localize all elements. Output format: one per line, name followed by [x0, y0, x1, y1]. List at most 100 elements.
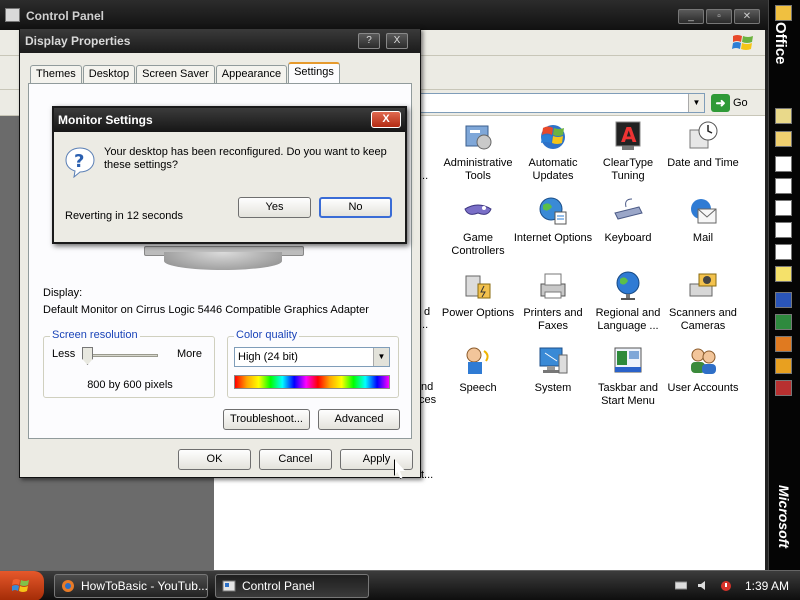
cp-item-label: Automatic Updates — [528, 157, 578, 182]
troubleshoot-button[interactable]: Troubleshoot... — [223, 409, 310, 430]
advanced-button[interactable]: Advanced — [318, 409, 400, 430]
monitor-settings-dialog: Monitor Settings X ? Your desktop has be… — [52, 106, 407, 244]
taskbar-item-control-panel[interactable]: Control Panel — [215, 574, 369, 598]
tab-settings[interactable]: Settings — [288, 62, 340, 84]
yes-button[interactable]: Yes — [238, 197, 311, 218]
control-panel-icon — [5, 8, 20, 22]
color-quality-group: Color quality High (24 bit) ▼ — [227, 329, 399, 398]
tab-desktop[interactable]: Desktop — [82, 65, 136, 84]
control-panel-icon — [222, 580, 236, 592]
tab-appearance[interactable]: Appearance — [215, 65, 288, 84]
more-label: More — [176, 348, 202, 360]
cp-item-regional-and-language[interactable]: Regional and Language ... — [588, 270, 668, 340]
tab-screen-saver[interactable]: Screen Saver — [136, 65, 215, 84]
power-icon — [465, 275, 491, 299]
monitor-preview-base — [164, 252, 282, 270]
cp-item-label: Speech — [459, 382, 497, 394]
go-button[interactable]: ➜ Go — [711, 94, 761, 113]
cp-item-label: Taskbar and Start Menu — [598, 382, 658, 407]
start-button[interactable] — [0, 571, 44, 600]
close-button[interactable]: X — [371, 111, 401, 128]
cp-item-mail[interactable]: Mail — [663, 195, 743, 265]
apply-button[interactable]: Apply — [340, 449, 413, 470]
cp-item-game-controllers[interactable]: Game Controllers — [438, 195, 518, 265]
globe-icon — [539, 197, 567, 225]
screen-resolution-group: Screen resolution Less More 800 by 600 p… — [43, 329, 215, 398]
powerpoint-icon[interactable] — [775, 336, 792, 352]
ok-button[interactable]: OK — [178, 449, 251, 470]
cp-item-user-accounts[interactable]: User Accounts — [663, 345, 743, 415]
cp-item-label: Scanners and Cameras — [669, 307, 737, 332]
cp-item-label: ClearType Tuning — [602, 157, 654, 182]
notes-icon[interactable] — [775, 266, 792, 282]
cancel-button[interactable]: Cancel — [259, 449, 332, 470]
cp-item-label: User Accounts — [667, 382, 739, 394]
cp-item-label: Printers and Faxes — [523, 307, 583, 332]
close-button[interactable]: X — [386, 33, 408, 49]
game-controller-icon — [464, 204, 492, 215]
window-controls: _ ▫ ✕ — [678, 9, 760, 24]
cp-item-power-options[interactable]: Power Options — [438, 270, 518, 340]
display-label: Display: — [43, 287, 83, 299]
no-button[interactable]: No — [319, 197, 392, 218]
word-icon[interactable] — [775, 292, 792, 308]
keyboard-tray-icon[interactable] — [675, 580, 687, 591]
taskbar-item-label: Control Panel — [242, 579, 315, 593]
tasks-icon[interactable] — [775, 200, 792, 216]
mail-icon — [691, 199, 717, 224]
access-icon[interactable] — [775, 380, 792, 396]
cp-item-automatic-updates[interactable]: Automatic Updates — [513, 120, 593, 190]
calendar-icon[interactable] — [775, 178, 792, 194]
cp-item-label: Game Controllers — [451, 232, 505, 257]
cp-item-date-and-time[interactable]: Date and Time — [663, 120, 743, 190]
cp-item-printers-and-faxes[interactable]: Printers and Faxes — [513, 270, 593, 340]
less-label: Less — [52, 348, 76, 360]
partial-label: t... — [421, 469, 434, 481]
outlook-icon[interactable] — [775, 108, 792, 124]
display-properties-titlebar[interactable]: Display Properties ? X — [20, 29, 420, 53]
svg-text:A: A — [621, 123, 637, 147]
globe-regional-icon — [616, 271, 640, 300]
cp-item-scanners-and-cameras[interactable]: Scanners and Cameras — [663, 270, 743, 340]
cp-item-administrative-tools[interactable]: Administrative Tools — [438, 120, 518, 190]
admin-tools-icon — [465, 125, 492, 150]
chevron-down-icon[interactable]: ▼ — [373, 348, 389, 366]
clock-icon — [689, 121, 718, 149]
taskbar-item-browser[interactable]: HowToBasic - YouTub... — [54, 574, 208, 598]
cp-item-speech[interactable]: Speech — [438, 345, 518, 415]
partial-label: ces — [419, 394, 437, 406]
browser-icon — [62, 580, 74, 592]
cp-item-taskbar-and-start-menu[interactable]: Taskbar and Start Menu — [588, 345, 668, 415]
journal-icon[interactable] — [775, 244, 792, 260]
taskbar: HowToBasic - YouTub... Control Panel 1:3… — [0, 570, 800, 600]
address-input[interactable]: ▼ — [400, 93, 705, 113]
folder-open-icon[interactable] — [775, 131, 792, 147]
resolution-slider-thumb[interactable] — [82, 347, 93, 365]
display-value: Default Monitor on Cirrus Logic 5446 Com… — [43, 304, 369, 316]
question-icon: ? — [65, 147, 95, 178]
security-alert-icon[interactable] — [720, 580, 732, 591]
help-button[interactable]: ? — [358, 33, 380, 49]
cp-item-internet-options[interactable]: Internet Options — [513, 195, 593, 265]
tab-themes[interactable]: Themes — [30, 65, 82, 84]
cp-item-system[interactable]: System — [513, 345, 593, 415]
maximize-button[interactable]: ▫ — [706, 9, 732, 24]
outlook-clock-icon[interactable] — [775, 358, 792, 374]
cp-item-cleartype-tuning[interactable]: A ClearType Tuning — [588, 120, 668, 190]
minimize-button[interactable]: _ — [678, 9, 704, 24]
color-quality-select[interactable]: High (24 bit) ▼ — [234, 347, 390, 367]
contacts-icon[interactable] — [775, 222, 792, 238]
excel-icon[interactable] — [775, 314, 792, 330]
control-panel-titlebar[interactable]: Control Panel _ ▫ ✕ — [0, 0, 768, 30]
clock[interactable]: 1:39 AM — [745, 579, 789, 593]
speaker-icon[interactable] — [697, 580, 709, 591]
chevron-down-icon[interactable]: ▼ — [688, 94, 704, 112]
monitor-settings-titlebar[interactable]: Monitor Settings X — [54, 108, 405, 132]
resolution-slider-track[interactable] — [88, 354, 158, 357]
close-button[interactable]: ✕ — [734, 9, 760, 24]
folder-icon[interactable] — [775, 5, 792, 21]
printer-icon — [540, 273, 566, 299]
cp-item-keyboard[interactable]: Keyboard — [588, 195, 668, 265]
envelope-icon[interactable] — [775, 156, 792, 172]
revert-countdown: Reverting in 12 seconds — [65, 210, 184, 222]
